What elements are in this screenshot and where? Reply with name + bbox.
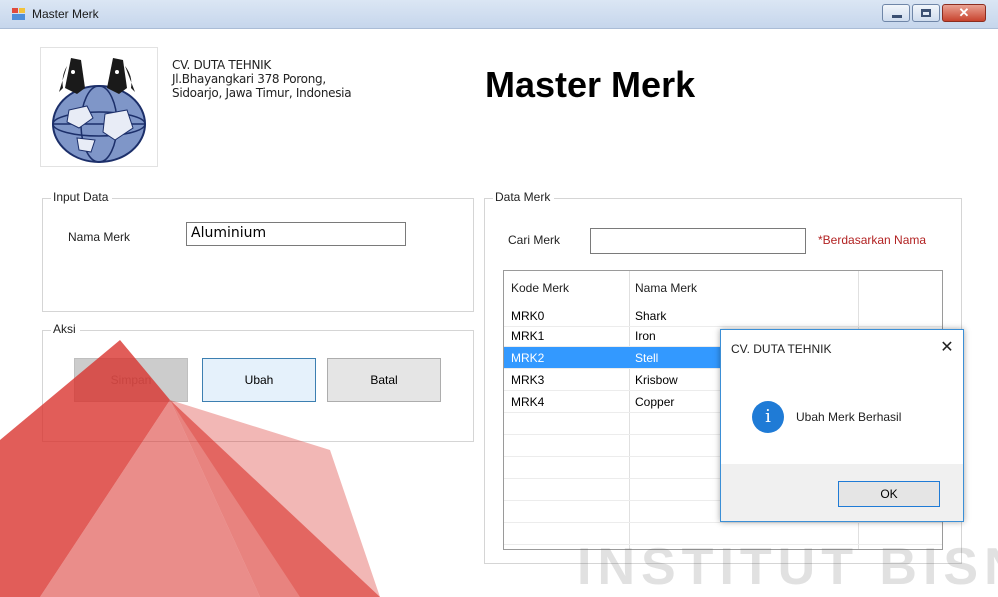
info-icon: i — [752, 401, 784, 433]
nama-merk-cell: Copper — [635, 395, 675, 409]
column-header-kode-merk[interactable]: Kode Merk — [511, 281, 569, 295]
nama-merk-cell: Krisbow — [635, 373, 678, 387]
search-hint: *Berdasarkan Nama — [818, 233, 927, 247]
simpan-button[interactable]: Simpan — [74, 358, 188, 402]
maximize-icon — [921, 9, 931, 17]
kode-merk-cell: MRK2 — [511, 351, 545, 365]
dialog-title: CV. DUTA TEHNIK — [731, 342, 832, 356]
window-title: Master Merk — [32, 7, 99, 21]
dialog-close-icon[interactable]: ✕ — [935, 337, 959, 359]
kode-merk-cell: MRK3 — [511, 373, 545, 387]
company-logo-icon — [40, 47, 158, 167]
ubah-button[interactable]: Ubah — [202, 358, 316, 402]
master-merk-window: Master Merk ✕ CV. DUTA TEHNIK Jl.Bhayang… — [0, 0, 998, 597]
data-merk-group-label: Data Merk — [493, 190, 555, 204]
kode-merk-cell: MRK1 — [511, 329, 545, 343]
cari-merk-input[interactable] — [590, 228, 806, 254]
message-dialog: CV. DUTA TEHNIK ✕ i Ubah Merk Berhasil O… — [720, 329, 964, 522]
cari-merk-label: Cari Merk — [508, 233, 561, 247]
kode-merk-cell: MRK4 — [511, 395, 545, 409]
company-address-line2: Sidoarjo, Jawa Timur, Indonesia — [172, 86, 352, 100]
close-icon: ✕ — [958, 5, 970, 20]
nama-merk-label: Nama Merk — [68, 230, 131, 244]
app-icon — [12, 8, 26, 20]
minimize-button[interactable] — [882, 4, 910, 22]
nama-merk-cell: Shark — [635, 309, 667, 323]
nama-merk-cell: Iron — [635, 329, 656, 343]
close-window-button[interactable]: ✕ — [942, 4, 986, 22]
dialog-message: Ubah Merk Berhasil — [796, 410, 902, 424]
watermark-text: INSTITUT BISNIS — [577, 538, 998, 596]
kode-merk-cell: MRK0 — [511, 309, 545, 323]
batal-button[interactable]: Batal — [327, 358, 441, 402]
ok-button[interactable]: OK — [838, 481, 940, 507]
aksi-group-label: Aksi — [51, 322, 80, 336]
nama-merk-cell: Stell — [635, 351, 659, 365]
title-bar[interactable]: Master Merk ✕ — [0, 0, 998, 29]
company-address-line1: Jl.Bhayangkari 378 Porong, — [172, 72, 326, 86]
page-title: Master Merk — [485, 64, 696, 105]
company-name: CV. DUTA TEHNIK — [172, 58, 271, 72]
column-header-nama-merk[interactable]: Nama Merk — [635, 281, 697, 295]
maximize-button[interactable] — [912, 4, 940, 22]
minimize-icon — [892, 15, 902, 18]
table-row[interactable]: MRK0 Shark — [504, 305, 942, 327]
nama-merk-input[interactable]: Aluminium — [186, 222, 406, 246]
input-data-group-label: Input Data — [51, 190, 113, 204]
input-data-group: Input Data — [42, 190, 474, 312]
